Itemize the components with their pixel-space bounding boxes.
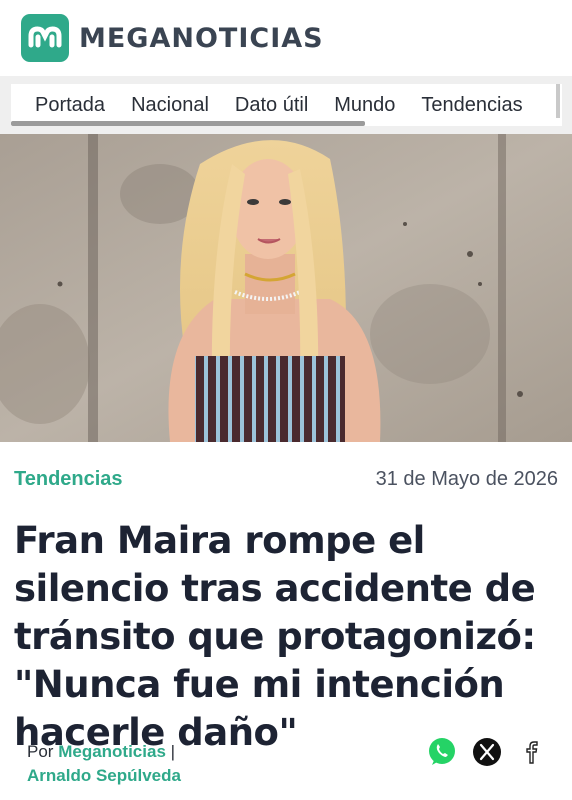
x-icon	[473, 738, 501, 766]
whatsapp-share-button[interactable]	[426, 736, 458, 768]
site-header: MEGANOTICIAS	[0, 0, 572, 76]
byline-prefix: Por	[27, 742, 54, 761]
brand-name: MEGANOTICIAS	[79, 22, 324, 54]
facebook-icon	[526, 741, 538, 764]
whatsapp-icon	[429, 738, 455, 765]
byline: Por Meganoticias | Arnaldo Sepúlveda	[27, 740, 181, 788]
author-link-arnaldo[interactable]: Arnaldo Sepúlveda	[27, 766, 181, 785]
nav-scroll-edge	[556, 84, 560, 118]
nav-item-portada[interactable]: Portada	[35, 94, 105, 117]
byline-separator: |	[170, 742, 176, 761]
meganoticias-logo-icon	[21, 14, 69, 62]
nav-item-tendencias[interactable]: Tendencias	[421, 94, 522, 117]
facebook-share-button[interactable]	[516, 736, 548, 768]
author-link-meganoticias[interactable]: Meganoticias	[58, 742, 166, 761]
publish-date: 31 de Mayo de 2026	[375, 468, 558, 490]
x-share-button[interactable]	[471, 736, 503, 768]
hero-image[interactable]	[0, 134, 572, 442]
section-nav: Portada Nacional Dato útil Mundo Tendenc…	[11, 84, 562, 126]
nav-scrollbar[interactable]	[11, 121, 365, 126]
category-link[interactable]: Tendencias	[14, 468, 123, 491]
nav-item-mundo[interactable]: Mundo	[334, 94, 395, 117]
site-logo[interactable]: MEGANOTICIAS	[21, 14, 324, 62]
article-meta: Tendencias 31 de Mayo de 2026	[14, 468, 558, 492]
article-title: Fran Maira rompe el silencio tras accide…	[14, 519, 536, 754]
nav-item-nacional[interactable]: Nacional	[131, 94, 209, 117]
nav-item-dato-util[interactable]: Dato útil	[235, 94, 308, 117]
